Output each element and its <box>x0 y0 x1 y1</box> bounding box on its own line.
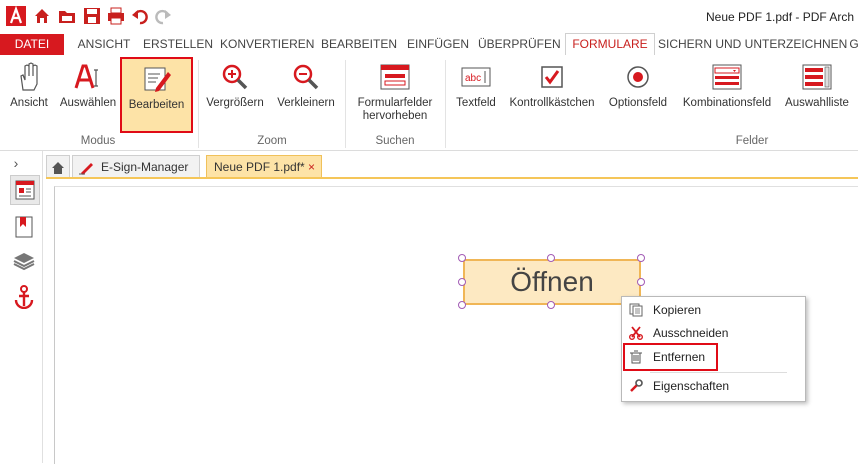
group-separator <box>198 60 199 148</box>
context-separator <box>650 372 787 373</box>
group-label-felder: Felder <box>735 135 769 147</box>
tab-einfuegen[interactable]: EINFÜGEN <box>404 34 472 55</box>
kontrollkaestchen-button[interactable]: Kontrollkästchen <box>506 57 598 135</box>
tab-esign-label: E-Sign-Manager <box>101 160 189 174</box>
zoom-out-label: Verkleinern <box>277 97 335 109</box>
edit-form-icon <box>140 63 174 95</box>
resize-handle[interactable] <box>637 254 645 262</box>
radio-button-icon <box>621 61 655 93</box>
save-icon[interactable] <box>82 6 102 26</box>
window-title: Neue PDF 1.pdf - PDF Arch <box>706 10 855 24</box>
print-icon[interactable] <box>106 6 126 26</box>
optionsfeld-label: Optionsfeld <box>608 97 668 109</box>
auswaehlen-button[interactable]: Auswählen <box>58 57 118 135</box>
textfeld-label: Textfeld <box>456 97 496 109</box>
checkbox-icon <box>535 61 569 93</box>
title-bar: Neue PDF 1.pdf - PDF Arch <box>0 0 858 34</box>
resize-handle[interactable] <box>547 301 555 309</box>
tab-ueberpruefen[interactable]: ÜBERPRÜFEN <box>478 34 561 55</box>
formularfelder-hervorheben-button[interactable]: Formularfelder hervorheben <box>352 57 438 135</box>
tab-sichern-und-unterzeichnen[interactable]: SICHERN UND UNTERZEICHNEN <box>658 34 847 55</box>
auswaehlen-label: Auswählen <box>59 97 117 109</box>
ribbon: Ansicht Auswählen Bearbeiten Modus Vergr… <box>0 55 858 151</box>
highlight-fields-icon <box>378 61 412 93</box>
resize-handle[interactable] <box>458 301 466 309</box>
kombinationsfeld-button[interactable]: Kombinationsfeld <box>678 57 776 135</box>
resize-handle[interactable] <box>458 254 466 262</box>
esign-pen-icon <box>79 160 95 183</box>
tab-truncated[interactable]: G <box>848 34 858 55</box>
tab-bearbeiten[interactable]: BEARBEITEN <box>320 34 398 55</box>
tab-erstellen[interactable]: ERSTELLEN <box>142 34 214 55</box>
tab-datei[interactable]: DATEI <box>0 34 64 55</box>
kombinationsfeld-label: Kombinationsfeld <box>682 97 772 109</box>
ansicht-button[interactable]: Ansicht <box>4 57 54 135</box>
formularfelder-hervorheben-label: Formularfelder hervorheben <box>357 97 433 122</box>
optionsfeld-button[interactable]: Optionsfeld <box>604 57 672 135</box>
text-field-icon: abc <box>459 61 493 93</box>
context-item-eigenschaften[interactable]: Eigenschaften <box>622 375 805 397</box>
home-icon[interactable] <box>32 6 52 26</box>
tab-neue-pdf[interactable]: Neue PDF 1.pdf* × <box>206 155 322 178</box>
bearbeiten-button[interactable]: Bearbeiten <box>120 57 193 133</box>
context-item-label: Ausschneiden <box>653 326 729 340</box>
resize-handle[interactable] <box>547 254 555 262</box>
context-item-label: Kopieren <box>653 303 702 317</box>
resize-handle[interactable] <box>637 278 645 286</box>
zoom-out-button[interactable]: Verkleinern <box>272 57 340 135</box>
zoom-in-icon <box>218 61 252 93</box>
open-folder-icon[interactable] <box>57 6 77 26</box>
home-tab[interactable] <box>46 155 70 178</box>
zoom-in-label: Vergrößern <box>206 97 264 109</box>
group-label-zoom: Zoom <box>257 135 287 147</box>
context-item-label: Eigenschaften <box>653 379 730 393</box>
textfeld-button[interactable]: abc Textfeld <box>450 57 502 135</box>
tab-underline <box>46 177 858 179</box>
tab-ansicht[interactable]: ANSICHT <box>70 34 138 55</box>
thumbnails-icon[interactable] <box>10 175 40 205</box>
listbox-icon <box>800 61 834 93</box>
left-sidebar: › <box>0 151 43 463</box>
svg-text:abc: abc <box>465 73 481 84</box>
bookmarks-icon[interactable] <box>10 213 38 241</box>
zoom-in-button[interactable]: Vergrößern <box>202 57 268 135</box>
ansicht-label: Ansicht <box>10 97 48 109</box>
tab-close-icon[interactable]: × <box>308 156 315 179</box>
hand-icon <box>12 61 46 93</box>
entfernen-highlight <box>623 343 718 371</box>
group-label-modus: Modus <box>80 135 116 147</box>
auswahlliste-label: Auswahlliste <box>785 97 849 109</box>
app-logo-icon <box>6 6 26 26</box>
scissors-icon <box>628 325 644 341</box>
layers-icon[interactable] <box>10 247 38 275</box>
context-item-ausschneiden[interactable]: Ausschneiden <box>622 322 805 344</box>
menu-bar: DATEI ANSICHT ERSTELLEN KONVERTIEREN BEA… <box>0 33 858 56</box>
undo-icon[interactable] <box>130 6 150 26</box>
home-icon <box>52 161 64 174</box>
kontrollkaestchen-label: Kontrollkästchen <box>509 97 595 109</box>
text-select-icon <box>71 61 105 93</box>
tab-neue-pdf-label: Neue PDF 1.pdf* <box>214 160 305 174</box>
redo-icon[interactable] <box>153 6 173 26</box>
combobox-icon <box>710 61 744 93</box>
form-button-field[interactable]: Öffnen <box>463 259 641 305</box>
expand-chevron-icon[interactable]: › <box>6 153 26 173</box>
group-label-suchen: Suchen <box>375 135 415 147</box>
auswahlliste-button[interactable]: Auswahlliste <box>782 57 852 135</box>
context-item-kopieren[interactable]: Kopieren <box>622 299 805 321</box>
tab-formulare[interactable]: FORMULARE <box>565 33 655 56</box>
tab-konvertieren[interactable]: KONVERTIEREN <box>220 34 314 55</box>
wrench-icon <box>628 378 644 394</box>
copy-icon <box>628 302 644 318</box>
resize-handle[interactable] <box>458 278 466 286</box>
form-button-text: Öffnen <box>510 266 594 297</box>
document-tab-strip: E-Sign-Manager Neue PDF 1.pdf* × <box>46 155 858 179</box>
zoom-out-icon <box>289 61 323 93</box>
anchor-icon[interactable] <box>10 283 38 311</box>
bearbeiten-label: Bearbeiten <box>128 99 185 111</box>
tab-esign-manager[interactable]: E-Sign-Manager <box>72 155 200 178</box>
